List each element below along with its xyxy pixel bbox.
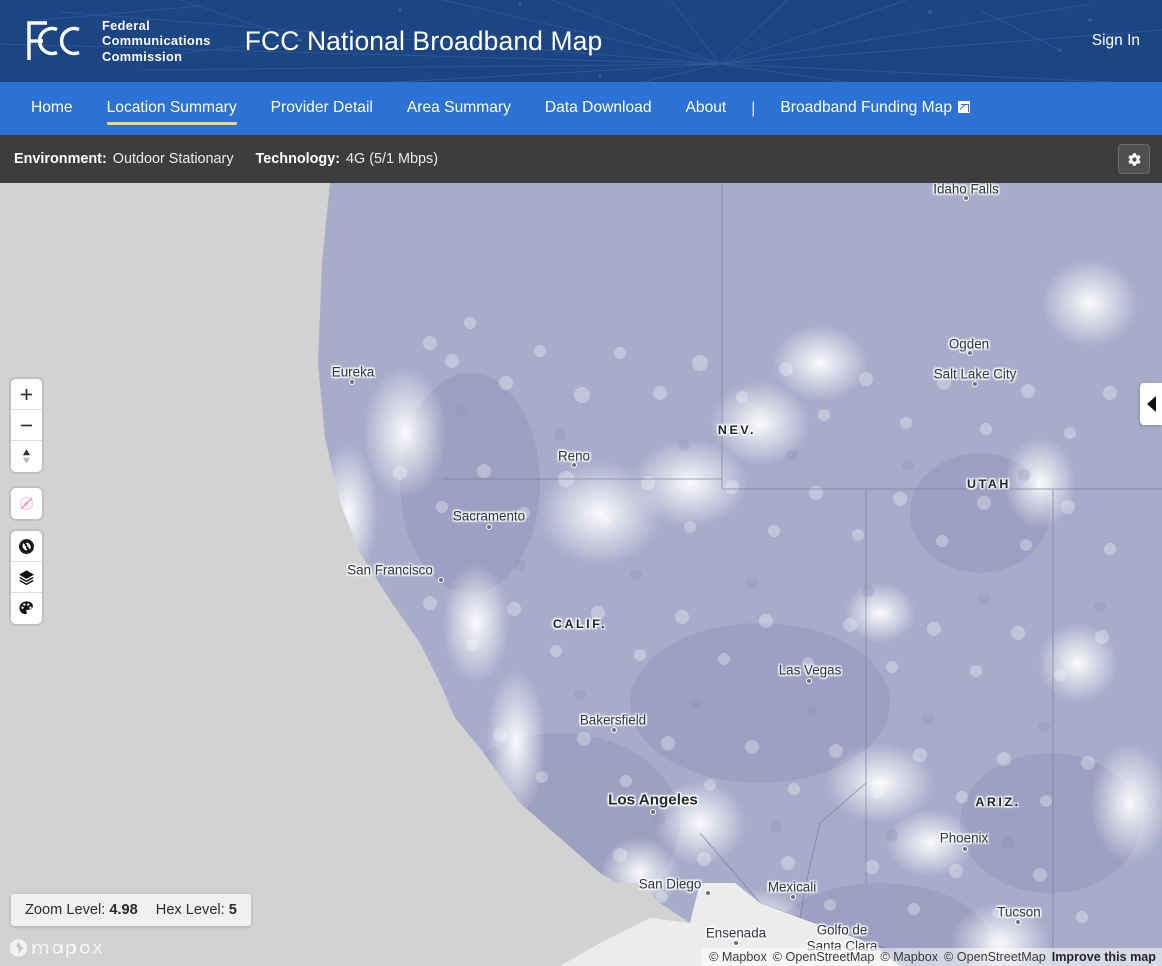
page-title: FCC National Broadband Map — [244, 25, 603, 56]
attribution-link[interactable]: © Mapbox — [880, 950, 938, 964]
nav-item-label: Area Summary — [406, 99, 511, 116]
technology-filter[interactable]: Technology: 4G (5/1 Mbps) — [256, 151, 438, 167]
mapbox-logo[interactable] — [8, 936, 106, 960]
fcc-agency-name: Federal Communications Commission — [102, 17, 211, 64]
globe-icon — [19, 538, 34, 554]
nav-item-label: Home — [31, 99, 73, 116]
zoom-level-readout: Zoom Level: 4.98 Hex Level: 5 — [11, 894, 251, 926]
mapbox-wordmark-icon — [9, 938, 104, 959]
basemap-button[interactable] — [11, 531, 42, 562]
side-panel-toggle[interactable] — [1140, 383, 1162, 425]
map-attribution: © Mapbox © OpenStreetMap © Mapbox © OpenStr… — [701, 948, 1162, 966]
hex-level-value: 5 — [228, 902, 237, 918]
settings-button[interactable] — [1118, 144, 1150, 174]
zoom-level-group: Zoom Level: 4.98 — [25, 902, 138, 918]
environment-label: Environment: — [14, 151, 107, 167]
minus-icon — [20, 424, 33, 426]
layers-button[interactable] — [11, 562, 42, 593]
nav-item-label: Data Download — [544, 99, 652, 116]
nav-item-label: Provider Detail — [270, 99, 373, 116]
zoom-level-label: Zoom Level: — [25, 902, 106, 918]
hex-level-group: Hex Level: 5 — [156, 902, 237, 918]
fcc-logo[interactable]: Federal Communications Commission — [0, 18, 211, 65]
nav-item-home[interactable]: Home — [14, 85, 90, 132]
technology-label: Technology: — [255, 151, 341, 167]
plus-icon — [20, 388, 33, 400]
geolocate-button[interactable] — [11, 488, 42, 519]
map-layer-controls — [11, 531, 42, 624]
reset-bearing-button[interactable] — [11, 441, 42, 472]
sign-in-link[interactable]: Sign In — [1092, 32, 1140, 50]
nav-item-label: Broadband Funding Map — [780, 99, 952, 116]
environment-value: Outdoor Stationary — [112, 151, 234, 167]
zoom-level-value: 4.98 — [109, 902, 138, 918]
external-link-icon — [958, 101, 970, 113]
attribution-link[interactable]: © OpenStreetMap — [773, 950, 875, 964]
zoom-out-button[interactable] — [11, 410, 42, 441]
attribution-link[interactable]: © OpenStreetMap — [944, 950, 1046, 964]
compass-icon — [22, 449, 31, 464]
layers-icon — [19, 569, 34, 585]
nav-item-broadband-funding-map[interactable]: Broadband Funding Map — [763, 85, 987, 132]
fcc-seal-icon — [27, 21, 80, 60]
style-button[interactable] — [11, 593, 42, 624]
zoom-controls — [11, 379, 42, 472]
filter-bar: Environment: Outdoor Stationary Technolo… — [0, 135, 1162, 183]
nav-item-area-summary[interactable]: Area Summary — [390, 85, 528, 132]
attribution-link[interactable]: © Mapbox — [709, 950, 767, 964]
nav-separator: | — [751, 99, 756, 117]
nav-item-label: About — [685, 99, 727, 116]
nav-item-about[interactable]: About — [669, 85, 744, 132]
environment-filter[interactable]: Environment: Outdoor Stationary — [14, 151, 234, 167]
improve-map-link[interactable]: Improve this map — [1052, 950, 1156, 964]
geolocate-control — [11, 488, 42, 519]
nav-item-provider-detail[interactable]: Provider Detail — [254, 85, 390, 132]
chevron-left-icon — [1146, 396, 1156, 412]
nav-item-location-summary[interactable]: Location Summary — [90, 85, 254, 132]
nav-item-data-download[interactable]: Data Download — [528, 85, 669, 132]
site-header: Federal Communications Commission FCC Na… — [0, 0, 1162, 82]
zoom-in-button[interactable] — [11, 379, 42, 410]
gear-icon — [1127, 152, 1141, 166]
broadband-map-app: Federal Communications Commission FCC Na… — [0, 0, 1162, 966]
map-viewport[interactable]: Idaho Falls Eureka Ogden Salt Lake City Reno… — [0, 183, 1162, 966]
map-tiles — [0, 183, 1162, 966]
technology-value: 4G (5/1 Mbps) — [346, 151, 439, 167]
nav-item-label: Location Summary — [106, 99, 237, 116]
main-nav: Home Location Summary Provider Detail Area … — [0, 82, 1162, 135]
palette-icon — [19, 601, 33, 615]
crossed-location-icon — [19, 496, 34, 511]
hex-level-label: Hex Level: — [155, 902, 225, 918]
